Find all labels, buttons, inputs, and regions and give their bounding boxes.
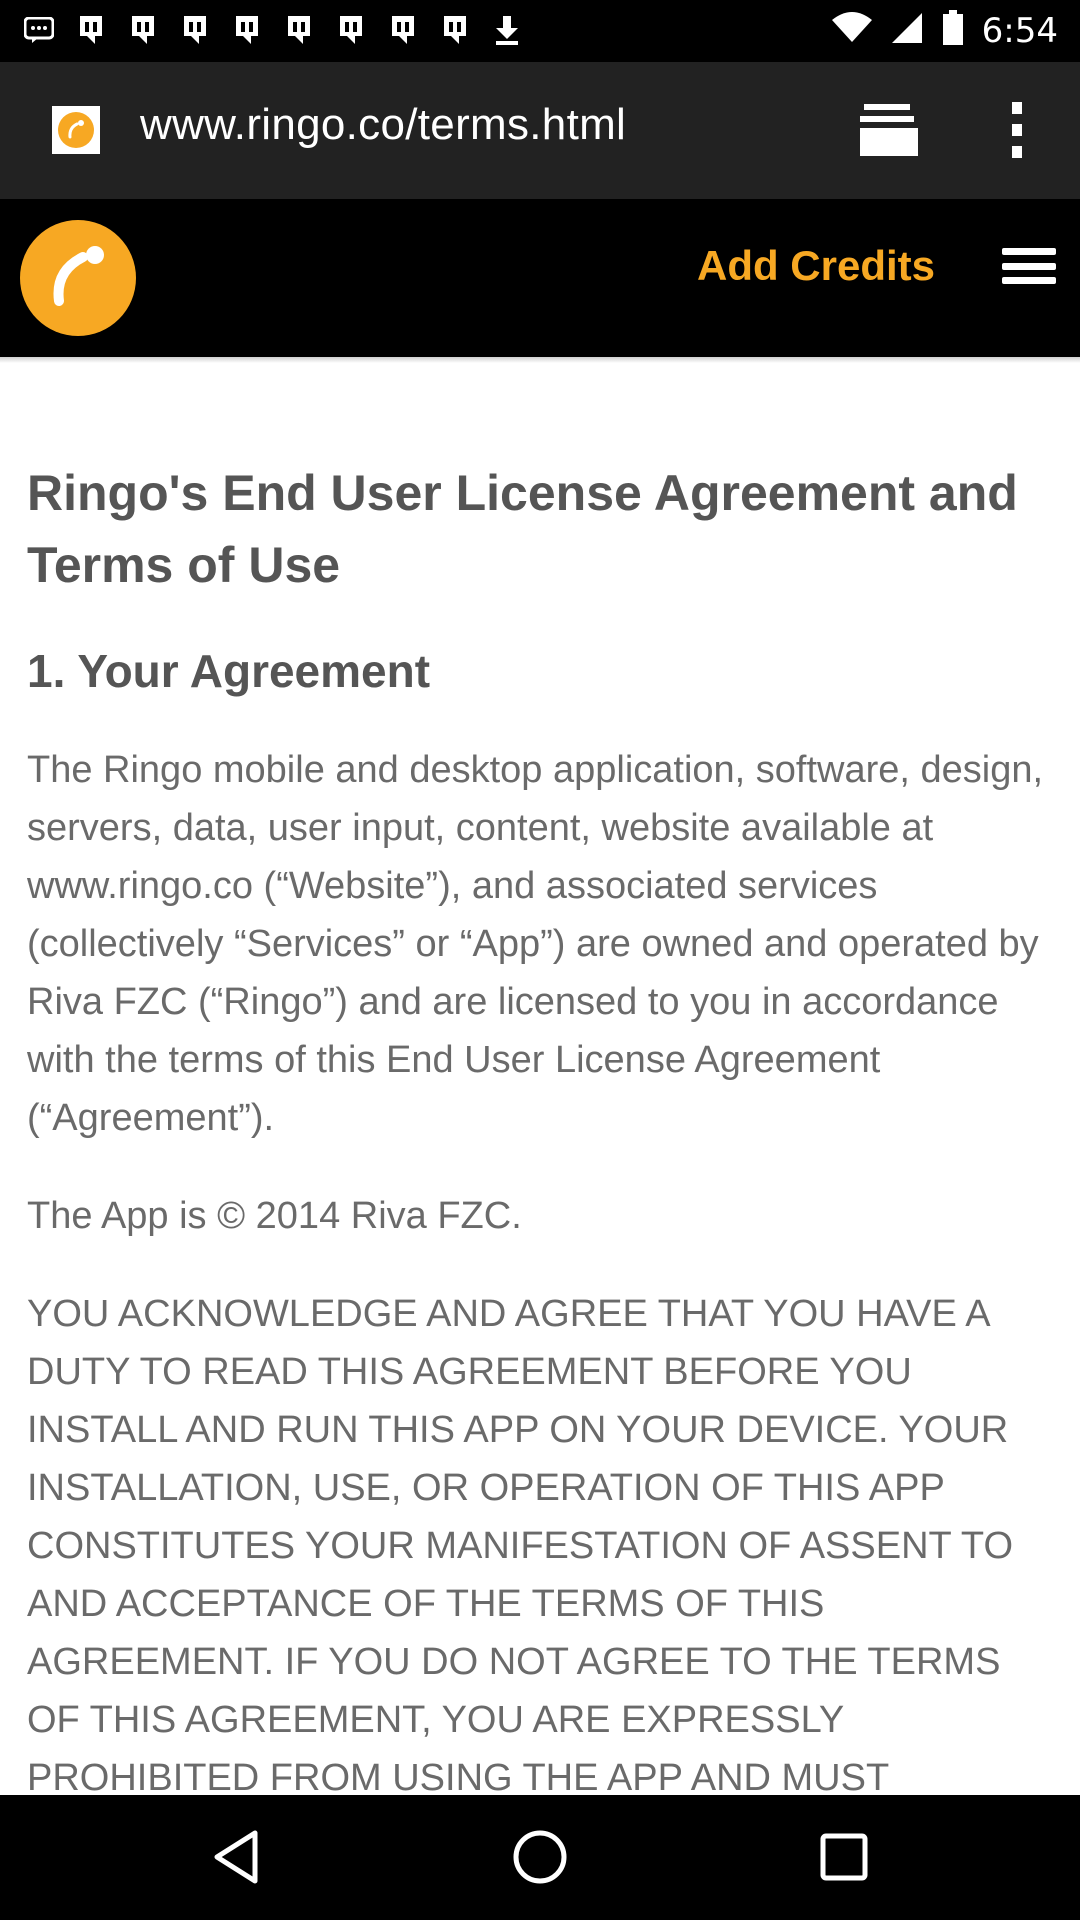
- battery-icon: [942, 10, 964, 51]
- ringo-logo-icon[interactable]: [20, 220, 136, 336]
- bird-icon: [388, 14, 418, 46]
- signal-icon: [890, 11, 924, 50]
- status-indicators: 6:54: [831, 10, 1058, 51]
- back-icon[interactable]: [206, 1827, 266, 1887]
- section-heading: 1. Your Agreement: [27, 645, 431, 697]
- status-bar: 6:54: [0, 0, 1080, 62]
- copyright-paragraph: The App is © 2014 Riva FZC.: [27, 1195, 522, 1237]
- acknowledgement-paragraph: YOU ACKNOWLEDGE AND AGREE THAT YOU HAVE …: [27, 1293, 1014, 1795]
- bird-icon: [440, 14, 470, 46]
- terms-content[interactable]: Ringo's End User License Agreement and T…: [27, 363, 1057, 1795]
- add-credits-link[interactable]: Add Credits: [697, 242, 935, 290]
- notification-icons: [24, 14, 522, 46]
- download-icon: [492, 14, 522, 46]
- site-favicon-icon[interactable]: [52, 106, 100, 154]
- hamburger-menu-icon[interactable]: [1002, 248, 1056, 284]
- bird-icon: [232, 14, 262, 46]
- bird-icon: [76, 14, 106, 46]
- tabs-switcher-icon[interactable]: [858, 100, 922, 160]
- navigation-bar: [0, 1795, 1080, 1920]
- home-icon[interactable]: [510, 1827, 570, 1887]
- recents-icon[interactable]: [814, 1827, 874, 1887]
- message-icon: [24, 14, 54, 46]
- bird-icon: [284, 14, 314, 46]
- agreement-paragraph: The Ringo mobile and desktop application…: [27, 749, 1044, 1139]
- browser-toolbar: www.ringo.co/terms.html: [0, 62, 1080, 199]
- bird-icon: [180, 14, 210, 46]
- bird-icon: [128, 14, 158, 46]
- clock: 6:54: [981, 10, 1058, 51]
- url-bar[interactable]: www.ringo.co/terms.html: [140, 100, 626, 150]
- bird-icon: [336, 14, 366, 46]
- overflow-menu-icon[interactable]: [1000, 100, 1034, 160]
- wifi-icon: [831, 12, 872, 49]
- page-title: Ringo's End User License Agreement and T…: [27, 465, 1018, 593]
